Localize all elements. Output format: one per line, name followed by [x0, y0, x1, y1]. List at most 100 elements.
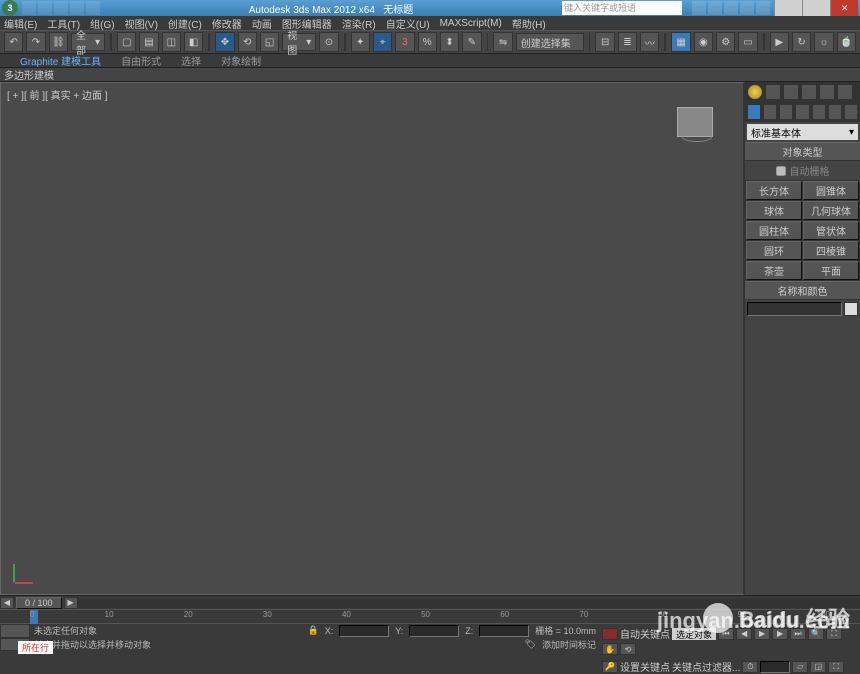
teapot-icon[interactable]: 🍵	[837, 32, 856, 52]
x-input[interactable]	[339, 625, 389, 637]
menu-animation[interactable]: 动画	[252, 16, 272, 31]
menu-maxscript[interactable]: MAXScript(M)	[440, 18, 502, 29]
spacewarps-icon[interactable]	[828, 104, 842, 120]
menu-modifiers[interactable]: 修改器	[212, 16, 242, 31]
cameras-icon[interactable]	[795, 104, 809, 120]
refcoord-dropdown[interactable]: 视图 ▾	[282, 33, 316, 51]
menu-edit[interactable]: 编辑(E)	[4, 16, 37, 31]
angle-snap-icon[interactable]: 3	[395, 32, 414, 52]
qat-undo-icon[interactable]	[70, 1, 84, 15]
btn-pyramid[interactable]: 四棱锥	[803, 241, 859, 260]
edit-named-icon[interactable]: ✎	[462, 32, 481, 52]
add-time-tag[interactable]: 添加时间标记	[542, 638, 596, 651]
viewcube-icon[interactable]	[677, 107, 713, 137]
nav-fov-icon[interactable]: ▱	[792, 661, 808, 673]
favorites-icon[interactable]	[740, 1, 754, 15]
nav-maximize-icon[interactable]: ⛶	[828, 661, 844, 673]
tab-selection[interactable]: 选择	[181, 53, 201, 68]
select-name-icon[interactable]: ▤	[139, 32, 158, 52]
frame-indicator[interactable]: 0 / 100	[16, 597, 62, 609]
redo-icon[interactable]: ↷	[26, 32, 45, 52]
selection-filter-dropdown[interactable]: 全部 ▾	[71, 33, 105, 51]
tag-icon[interactable]: 🏷	[525, 639, 536, 650]
btn-teapot[interactable]: 茶壶	[746, 261, 802, 280]
motion-tab-icon[interactable]	[801, 84, 817, 100]
viewport-front[interactable]: [ + ][ 前 ][ 真实 + 边面 ]	[0, 82, 745, 595]
named-selection-dropdown[interactable]: 创建选择集	[516, 33, 584, 51]
current-frame-input[interactable]	[760, 661, 790, 673]
render-setup-icon[interactable]: ⚙	[716, 32, 735, 52]
btn-cylinder[interactable]: 圆柱体	[746, 221, 802, 240]
render-frame-icon[interactable]: ▭	[738, 32, 757, 52]
window-crossing-icon[interactable]: ◧	[184, 32, 203, 52]
snap-toggle-icon[interactable]: ⌖	[373, 32, 392, 52]
menu-rendering[interactable]: 渲染(R)	[342, 16, 376, 31]
app-icon[interactable]: 3	[2, 0, 18, 16]
lights-icon[interactable]	[779, 104, 793, 120]
create-tab-icon[interactable]	[747, 84, 763, 100]
lock-icon[interactable]: 🔒	[307, 625, 318, 636]
shapes-icon[interactable]	[763, 104, 777, 120]
btn-sphere[interactable]: 球体	[746, 201, 802, 220]
object-name-input[interactable]	[747, 302, 842, 316]
exchange-icon[interactable]	[724, 1, 738, 15]
rollout-object-type[interactable]: 对象类型	[745, 142, 860, 161]
help-icon[interactable]	[756, 1, 770, 15]
maximize-button[interactable]: □	[802, 0, 830, 16]
qat-redo-icon[interactable]	[86, 1, 100, 15]
align-icon[interactable]: ⊟	[595, 32, 614, 52]
manipulate-icon[interactable]: ✦	[351, 32, 370, 52]
spinner-snap-icon[interactable]: ⬍	[440, 32, 459, 52]
menu-customize[interactable]: 自定义(U)	[386, 16, 430, 31]
next-frame-icon[interactable]: ▶	[64, 597, 78, 609]
key-filters[interactable]: 关键点过滤器...	[672, 659, 740, 674]
pivot-icon[interactable]: ⊙	[319, 32, 338, 52]
nav-zoomext-icon[interactable]: ◲	[810, 661, 826, 673]
percent-snap-icon[interactable]: %	[418, 32, 437, 52]
mirror-icon[interactable]: ⇋	[493, 32, 512, 52]
curve-editor-icon[interactable]: 〰	[640, 32, 659, 52]
menu-create[interactable]: 创建(C)	[168, 16, 202, 31]
layers-icon[interactable]: ≣	[618, 32, 637, 52]
select-icon[interactable]: ▢	[117, 32, 136, 52]
y-input[interactable]	[409, 625, 459, 637]
render-iter-icon[interactable]: ↻	[792, 32, 811, 52]
ribbon-panel-label[interactable]: 多边形建模	[0, 68, 860, 82]
scale-icon[interactable]: ◱	[260, 32, 279, 52]
search-icon[interactable]	[692, 1, 706, 15]
display-tab-icon[interactable]	[819, 84, 835, 100]
btn-cone[interactable]: 圆锥体	[803, 181, 859, 200]
btn-tube[interactable]: 管状体	[803, 221, 859, 240]
prev-frame-icon[interactable]: ◀	[0, 597, 14, 609]
helpers-icon[interactable]	[812, 104, 826, 120]
help-search-input[interactable]: 键入关键字或短语	[562, 1, 682, 15]
tab-objectpaint[interactable]: 对象绘制	[221, 53, 261, 68]
link-icon[interactable]: ⛓	[49, 32, 68, 52]
object-color-swatch[interactable]	[844, 302, 858, 316]
utilities-tab-icon[interactable]	[837, 84, 853, 100]
autokey-button[interactable]	[602, 628, 618, 640]
material-editor-icon[interactable]: ◉	[694, 32, 713, 52]
category-dropdown[interactable]: 标准基本体▾	[747, 124, 858, 140]
viewport-label[interactable]: [ + ][ 前 ][ 真实 + 边面 ]	[7, 87, 108, 102]
undo-icon[interactable]: ↶	[4, 32, 23, 52]
qat-new-icon[interactable]	[22, 1, 36, 15]
btn-geosphere[interactable]: 几何球体	[803, 201, 859, 220]
setkey-button[interactable]: 🔑	[602, 661, 618, 673]
time-config-icon[interactable]: ⏱	[742, 661, 758, 673]
minimize-button[interactable]: ‒	[774, 0, 802, 16]
minilistener-macro-icon[interactable]	[0, 624, 30, 638]
btn-box[interactable]: 长方体	[746, 181, 802, 200]
autogrid-checkbox[interactable]: 自动栅格	[745, 161, 860, 180]
subscription-icon[interactable]	[708, 1, 722, 15]
qat-save-icon[interactable]	[54, 1, 68, 15]
systems-icon[interactable]	[844, 104, 858, 120]
hierarchy-tab-icon[interactable]	[783, 84, 799, 100]
move-icon[interactable]: ✥	[215, 32, 234, 52]
z-input[interactable]	[479, 625, 529, 637]
rotate-icon[interactable]: ⟲	[238, 32, 257, 52]
tab-graphite[interactable]: Graphite 建模工具	[20, 53, 101, 68]
schematic-icon[interactable]: ▦	[671, 32, 690, 52]
menu-view[interactable]: 视图(V)	[125, 16, 158, 31]
menu-help[interactable]: 帮助(H)	[512, 16, 546, 31]
